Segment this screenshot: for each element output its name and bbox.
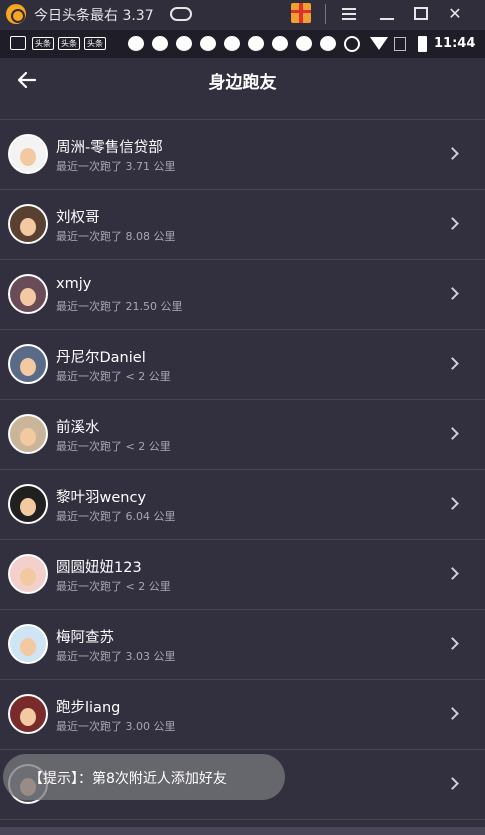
chevron-right-icon (446, 567, 459, 580)
list-item[interactable]: 刘权哥 最近一次跑了 8.08 公里 (0, 190, 485, 260)
toutiao-notification-badge: 头条 (58, 37, 80, 50)
avatar (8, 484, 48, 524)
chevron-right-icon (446, 357, 459, 370)
notification-dot-icon (224, 36, 240, 51)
last-run-distance: 最近一次跑了 3.71 公里 (56, 160, 176, 173)
menu-icon[interactable] (339, 4, 359, 24)
avatar-face (20, 708, 36, 726)
list-item-partial[interactable] (0, 102, 485, 120)
chevron-right-icon (446, 497, 459, 510)
avatar-face (20, 358, 36, 376)
runner-name: 刘权哥 (56, 210, 100, 226)
app-logo-icon (6, 4, 26, 24)
list-item[interactable]: 黎叶羽wency 最近一次跑了 6.04 公里 (0, 470, 485, 540)
notification-dot-icon (272, 36, 288, 51)
avatar (8, 204, 48, 244)
chevron-right-icon (446, 777, 459, 790)
notification-icon (10, 36, 26, 50)
status-time: 11:44 (434, 36, 476, 51)
runner-name: 跑步liang (56, 700, 121, 716)
toutiao-notification-badge: 头条 (32, 37, 54, 50)
avatar (8, 554, 48, 594)
page-title: 身边跑友 (208, 73, 277, 93)
runner-name: 丹尼尔Daniel (56, 350, 146, 366)
chevron-right-icon (446, 217, 459, 230)
runner-list[interactable]: 周洲-零售信贷部 最近一次跑了 3.71 公里 刘权哥 最近一次跑了 8.08 … (0, 102, 485, 835)
runner-name: xmjy (56, 276, 92, 292)
avatar (8, 274, 48, 314)
list-item[interactable]: xmjy 最近一次跑了 21.50 公里 (0, 260, 485, 330)
avatar (8, 624, 48, 664)
list-item[interactable]: 圆圆妞妞123 最近一次跑了 < 2 公里 (0, 540, 485, 610)
battery-icon (418, 36, 427, 52)
chevron-right-icon (446, 427, 459, 440)
maximize-icon[interactable] (411, 4, 431, 24)
android-status-bar: 头条 头条 头条 11:44 (0, 30, 485, 58)
sync-icon (344, 36, 360, 52)
title-bar-divider (325, 4, 326, 24)
last-run-distance: 最近一次跑了 < 2 公里 (56, 580, 171, 593)
last-run-distance: 最近一次跑了 6.04 公里 (56, 510, 176, 523)
list-item[interactable]: 周洲-零售信贷部 最近一次跑了 3.71 公里 (0, 120, 485, 190)
runner-name: 黎叶羽wency (56, 490, 147, 506)
notification-dot-icon (152, 36, 168, 51)
notification-dot-icon (296, 36, 312, 51)
emulator-title-bar: 今日头条最右 3.37 ✕ (0, 0, 485, 28)
minimize-icon[interactable] (377, 4, 397, 24)
avatar (8, 344, 48, 384)
toast-text: 【提示】：第8次附近人添加好友 (29, 771, 227, 787)
runner-name: 前溪水 (56, 420, 100, 436)
avatar-face (20, 568, 36, 586)
notification-dot-icon (176, 36, 192, 51)
avatar-face (20, 498, 36, 516)
last-run-distance: 最近一次跑了 < 2 公里 (56, 440, 171, 453)
avatar-face (20, 288, 36, 306)
list-item[interactable]: 前溪水 最近一次跑了 < 2 公里 (0, 400, 485, 470)
runner-name: 圆圆妞妞123 (56, 560, 142, 576)
list-item[interactable]: 梅阿查苏 最近一次跑了 3.03 公里 (0, 610, 485, 680)
last-run-distance: 最近一次跑了 3.03 公里 (56, 650, 176, 663)
chevron-right-icon (446, 147, 459, 160)
toast-notification: 【提示】：第8次附近人添加好友 (3, 754, 285, 800)
close-icon[interactable]: ✕ (445, 4, 465, 24)
last-run-distance: 最近一次跑了 < 2 公里 (56, 370, 171, 383)
notification-dot-icon (200, 36, 216, 51)
window-title: 今日头条最右 3.37 (34, 8, 154, 24)
no-sim-icon (394, 37, 406, 51)
avatar-face (20, 638, 36, 656)
bottom-edge (0, 827, 485, 835)
gamepad-icon[interactable] (170, 7, 192, 21)
chevron-right-icon (446, 287, 459, 300)
list-item[interactable]: 丹尼尔Daniel 最近一次跑了 < 2 公里 (0, 330, 485, 400)
app-header: 身边跑友 (0, 58, 485, 102)
avatar-face (20, 148, 36, 166)
toutiao-notification-badge: 头条 (84, 37, 106, 50)
last-run-distance: 最近一次跑了 3.00 公里 (56, 720, 176, 733)
runner-name: 梅阿查苏 (56, 630, 114, 646)
gift-icon[interactable] (291, 3, 311, 23)
chevron-right-icon (446, 637, 459, 650)
last-run-distance: 最近一次跑了 8.08 公里 (56, 230, 176, 243)
avatar (8, 414, 48, 454)
list-item[interactable]: 跑步liang 最近一次跑了 3.00 公里 (0, 680, 485, 750)
avatar (8, 694, 48, 734)
chevron-right-icon (446, 707, 459, 720)
avatar-face (20, 218, 36, 236)
wifi-icon (370, 37, 388, 50)
notification-dot-icon (320, 36, 336, 51)
last-run-distance: 最近一次跑了 21.50 公里 (56, 300, 183, 313)
notification-dot-icon (248, 36, 264, 51)
avatar (8, 134, 48, 174)
avatar-face (20, 428, 36, 446)
notification-dot-icon (128, 36, 144, 51)
runner-name: 周洲-零售信贷部 (56, 140, 163, 156)
